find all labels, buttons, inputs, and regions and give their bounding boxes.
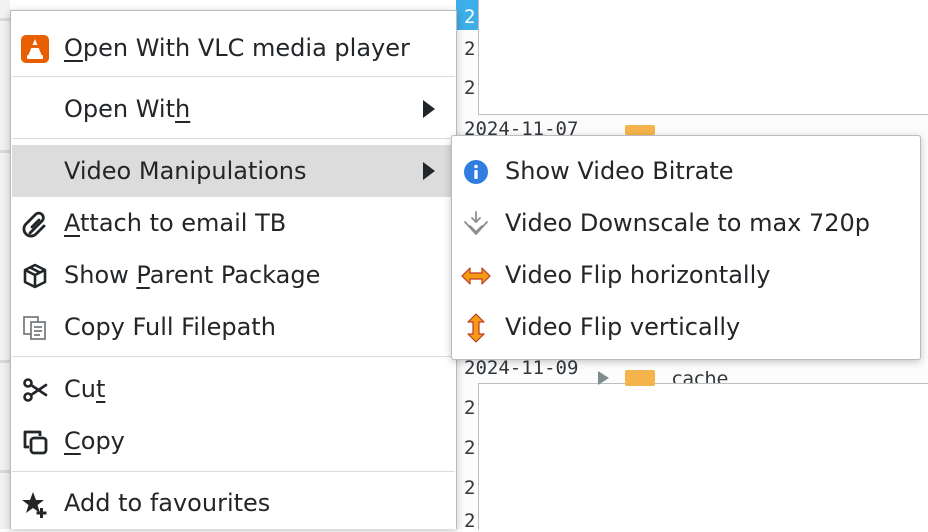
attachment-icon (20, 209, 50, 239)
menu-separator (12, 138, 455, 139)
scissors-icon (20, 375, 50, 405)
copy-icon (20, 427, 50, 457)
submenu-item-label: Video Flip vertically (505, 313, 741, 341)
submenu-item-video-flip-horizontal[interactable]: Video Flip horizontally (453, 249, 919, 301)
menu-item-attach-to-email[interactable]: Attach to email TB (12, 197, 455, 249)
folder-label[interactable]: cache (672, 368, 728, 383)
date-cell: 2024-11-09 (464, 357, 579, 379)
menu-item-label: Copy (64, 427, 125, 455)
date-cell: 2 (464, 397, 476, 419)
menu-item-label: Copy Full Filepath (64, 313, 276, 341)
tree-expand-icon[interactable] (598, 371, 609, 385)
submenu-arrow-icon (423, 162, 435, 180)
menu-item-open-with-vlc[interactable]: Open With VLC media player (12, 22, 455, 74)
folder-icon (625, 125, 655, 135)
menu-item-video-manipulations[interactable]: Video Manipulations (12, 145, 455, 197)
menu-item-label: Attach to email TB (64, 209, 287, 237)
menu-item-label: Cut (64, 375, 106, 403)
menu-separator (12, 76, 455, 77)
flip-horizontal-icon (461, 261, 491, 291)
menu-separator (12, 356, 455, 357)
flip-vertical-icon (461, 313, 491, 343)
date-cell-selected: 2 (464, 6, 476, 28)
menu-item-copy[interactable]: Copy (12, 415, 455, 467)
left-window-edge (0, 0, 10, 529)
background-window-panel (478, 0, 928, 115)
menu-item-open-with[interactable]: Open With (12, 83, 455, 135)
submenu-arrow-icon (423, 100, 435, 118)
menu-item-label: Open With (64, 95, 191, 123)
menu-item-show-parent-package[interactable]: Show Parent Package (12, 249, 455, 301)
downscale-icon (461, 209, 491, 239)
date-cell: 2 (464, 437, 476, 459)
date-cell: 2 (464, 38, 476, 60)
menu-item-label: Video Manipulations (64, 157, 307, 185)
package-icon (20, 261, 50, 291)
submenu-item-video-flip-vertical[interactable]: Video Flip vertically (453, 301, 919, 353)
menu-item-cut[interactable]: Cut (12, 363, 455, 415)
submenu-item-video-downscale[interactable]: Video Downscale to max 720p (453, 197, 919, 249)
date-cell: 2 (464, 477, 476, 499)
menu-item-label: Add to favourites (64, 489, 271, 517)
star-add-icon (20, 489, 50, 519)
context-menu: Open With VLC media player Open With Vid… (10, 10, 457, 529)
submenu-item-show-video-bitrate[interactable]: Show Video Bitrate (453, 145, 919, 197)
background-window-panel (478, 383, 928, 530)
menu-item-copy-full-filepath[interactable]: Copy Full Filepath (12, 301, 455, 353)
submenu-item-label: Show Video Bitrate (505, 157, 734, 185)
submenu-item-label: Video Flip horizontally (505, 261, 771, 289)
menu-item-add-to-favourites[interactable]: Add to favourites (12, 477, 455, 529)
copy-path-icon (20, 313, 50, 343)
menu-item-label: Open With VLC media player (64, 34, 410, 62)
date-cell: 2 (464, 77, 476, 99)
menu-separator (12, 471, 455, 472)
folder-icon (625, 370, 655, 386)
menu-item-label: Show Parent Package (64, 261, 321, 289)
info-icon (461, 157, 491, 187)
video-manipulations-submenu: Show Video Bitrate Video Downscale to ma… (451, 135, 921, 360)
submenu-item-label: Video Downscale to max 720p (505, 209, 871, 237)
vlc-icon (20, 34, 50, 64)
